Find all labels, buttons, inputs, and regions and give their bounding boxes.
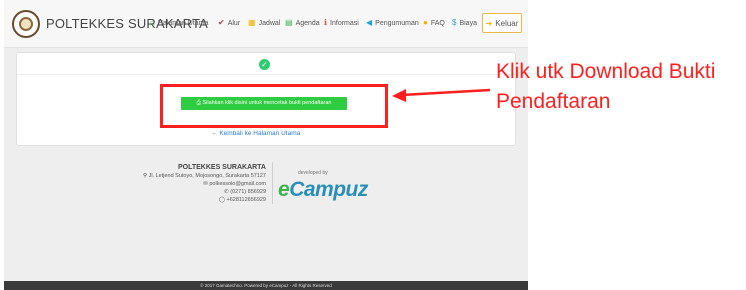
nav-agenda[interactable]: ▤ Agenda xyxy=(285,19,320,27)
nav-label: Halaman Utama xyxy=(157,19,209,27)
sign-out-icon: ➜ xyxy=(485,18,493,28)
email-line: ✉ polkessolo@gmail.com xyxy=(136,180,266,188)
annotation-line-2: Pendaftaran xyxy=(496,90,611,113)
nav-informasi[interactable]: ℹ Informasi xyxy=(324,19,359,27)
nav-label: Informasi xyxy=(330,19,359,27)
whatsapp-line: ◯ +628112656929 xyxy=(136,196,266,204)
logout-button[interactable]: ➜ Keluar xyxy=(482,13,522,33)
back-home-link[interactable]: ← Kembali ke Halaman Utama xyxy=(211,130,300,137)
logout-label: Keluar xyxy=(495,18,519,28)
annotation-text: Klik utk Download Bukti Pendaftaran xyxy=(496,57,715,117)
nav-alur[interactable]: ✔ Alur xyxy=(218,19,240,27)
ecampuz-logo[interactable]: eCampuz xyxy=(278,178,368,202)
annotation-highlight-box xyxy=(160,84,388,128)
nav-label: Alur xyxy=(227,19,241,27)
nav-label: Agenda xyxy=(295,19,320,27)
address-line: ⚲ Jl. Letjend Sutoyo, Mojosongo, Surakar… xyxy=(136,172,266,180)
home-icon: ⌂ xyxy=(150,18,155,27)
contact-info: POLTEKKES SURAKARTA ⚲ Jl. Letjend Sutoyo… xyxy=(136,163,266,204)
phone-line: ✆ (0271) 856929 xyxy=(136,188,266,196)
nav-label: FAQ xyxy=(430,19,445,27)
address-text: Jl. Letjend Sutoyo, Mojosongo, Surakarta… xyxy=(148,173,266,179)
megaphone-icon: ◀ xyxy=(366,18,373,27)
ecampuz-logo-rest: Campuz xyxy=(289,178,368,201)
agenda-icon: ▤ xyxy=(285,18,293,27)
annotation-line-1: Klik utk Download Bukti xyxy=(496,60,716,83)
dollar-icon: $ xyxy=(452,18,457,27)
footer-title: POLTEKKES SURAKARTA xyxy=(177,164,266,171)
nav-faq[interactable]: ● FAQ xyxy=(423,19,445,27)
footer-divider xyxy=(272,162,273,204)
nav-pengumuman[interactable]: ◀ Pengumuman xyxy=(366,19,419,27)
ecampuz-logo-e: e xyxy=(278,178,290,201)
whatsapp-text: +628112656929 xyxy=(226,197,266,203)
nav-label: Biaya xyxy=(459,19,477,27)
check-circle-icon: ✓ xyxy=(259,59,270,70)
check-icon: ✔ xyxy=(218,18,225,27)
faq-icon: ● xyxy=(423,18,428,27)
info-icon: ℹ xyxy=(324,18,328,27)
email-text[interactable]: polkessolo@gmail.com xyxy=(209,181,266,187)
nav-jadwal[interactable]: ▦ Jadwal xyxy=(248,19,280,27)
browser-screenshot: POLTEKKES SURAKARTA ⌂ Halaman Utama ✔ Al… xyxy=(4,0,528,290)
nav-biaya[interactable]: $ Biaya xyxy=(452,19,477,27)
nav-label: Jadwal xyxy=(258,19,281,27)
nav-halaman-utama[interactable]: ⌂ Halaman Utama xyxy=(150,19,208,27)
copyright-bar: © 2017 Gamatechno. Powered by eCampuz - … xyxy=(4,281,528,290)
back-home-label: Kembali ke Halaman Utama xyxy=(219,130,301,137)
developed-by-label: developed by xyxy=(298,170,328,176)
panel-header: ✓ xyxy=(17,53,515,75)
institution-logo[interactable] xyxy=(12,10,40,38)
calendar-icon: ▦ xyxy=(248,18,256,27)
phone-text: (0271) 856929 xyxy=(230,189,266,195)
nav-label: Pengumuman xyxy=(375,19,419,27)
annotation-arrow xyxy=(392,88,491,102)
top-navbar: POLTEKKES SURAKARTA ⌂ Halaman Utama ✔ Al… xyxy=(4,0,528,48)
